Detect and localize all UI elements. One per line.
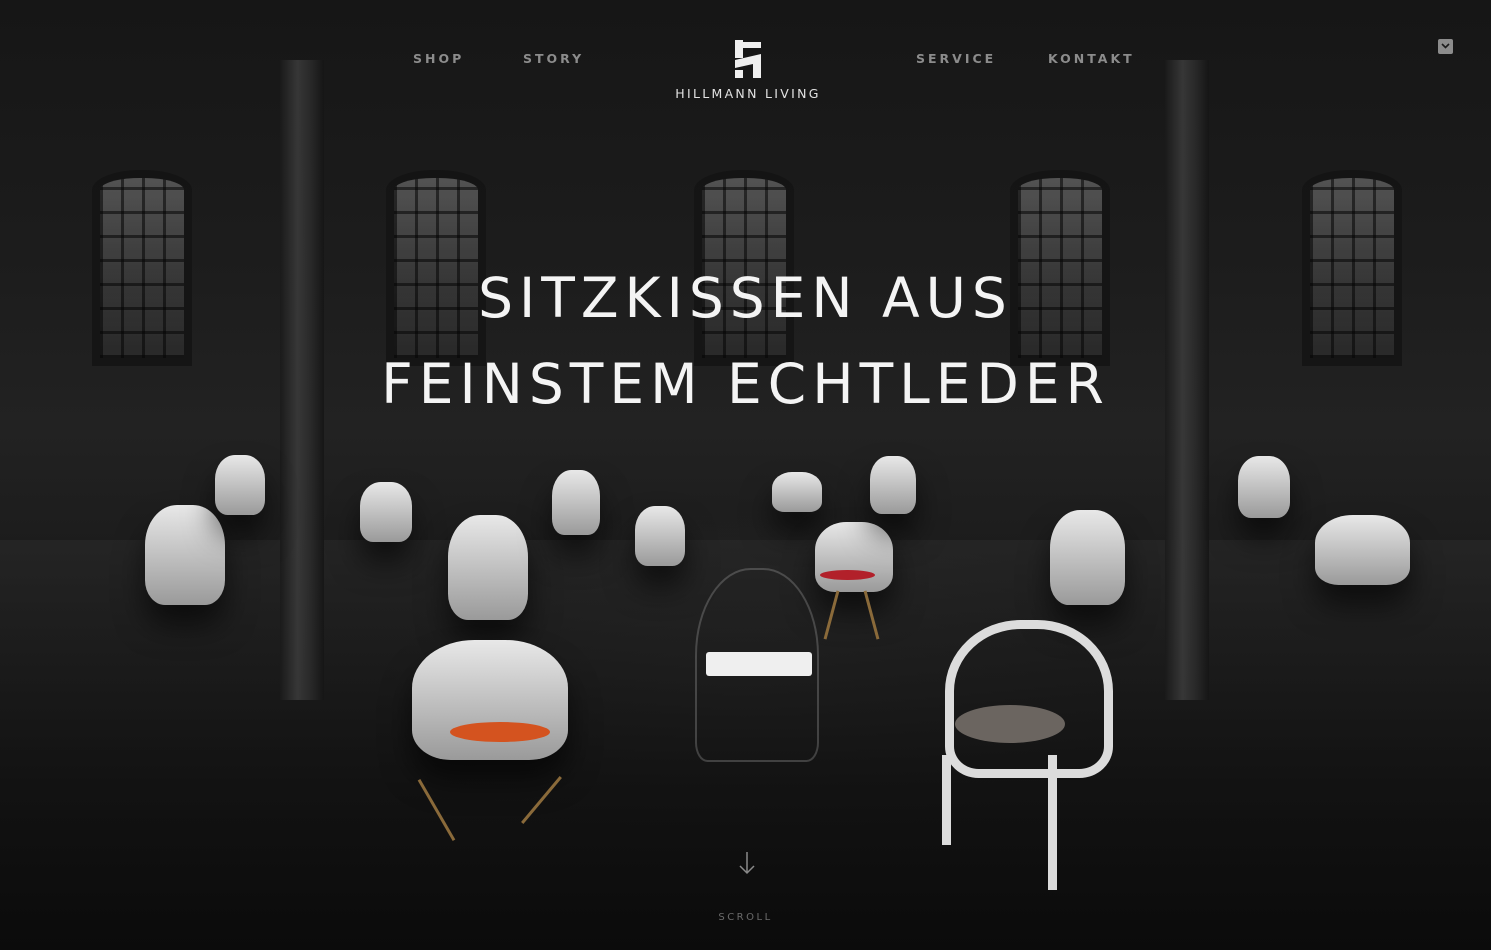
hero-headline-line2: FEINSTEM ECHTLEDER [381, 352, 1110, 416]
chair-leg [942, 755, 951, 845]
orange-cushion [450, 722, 550, 742]
nav-story[interactable]: STORY [523, 51, 584, 66]
white-cushion [706, 652, 812, 676]
cart-button[interactable] [1438, 39, 1453, 54]
nav-kontakt[interactable]: KONTAKT [1048, 51, 1135, 66]
hero-chair [145, 505, 225, 605]
cart-icon [1441, 43, 1450, 49]
arrow-down-icon[interactable] [737, 850, 757, 876]
nav-service[interactable]: SERVICE [916, 51, 996, 66]
hero-chair [635, 506, 685, 566]
nav-shop[interactable]: SHOP [413, 51, 464, 66]
hero-headline-line1: SITZKISSEN AUS [478, 266, 1013, 330]
hillmann-logo-mark-icon [735, 40, 761, 78]
hero-chair [215, 455, 265, 515]
hero-chair [815, 522, 893, 592]
hero-chair [552, 470, 600, 535]
hero-chair [870, 456, 916, 514]
brand-logo[interactable]: HILLMANN LIVING [672, 40, 824, 101]
hero-chair [1315, 515, 1410, 585]
hero-chair [448, 515, 528, 620]
red-cushion [820, 570, 875, 580]
scroll-label[interactable]: SCROLL [0, 912, 1491, 923]
hero-chair [1238, 456, 1290, 518]
masters-chair [945, 620, 1113, 778]
brand-name: HILLMANN LIVING [675, 86, 821, 101]
hero-chair [1050, 510, 1125, 605]
hero-chair [772, 472, 822, 512]
hero-chair [360, 482, 412, 542]
hero-background [0, 0, 1491, 950]
grey-cushion [955, 705, 1065, 743]
chair-leg [1048, 755, 1057, 890]
rocking-chair [412, 640, 568, 760]
